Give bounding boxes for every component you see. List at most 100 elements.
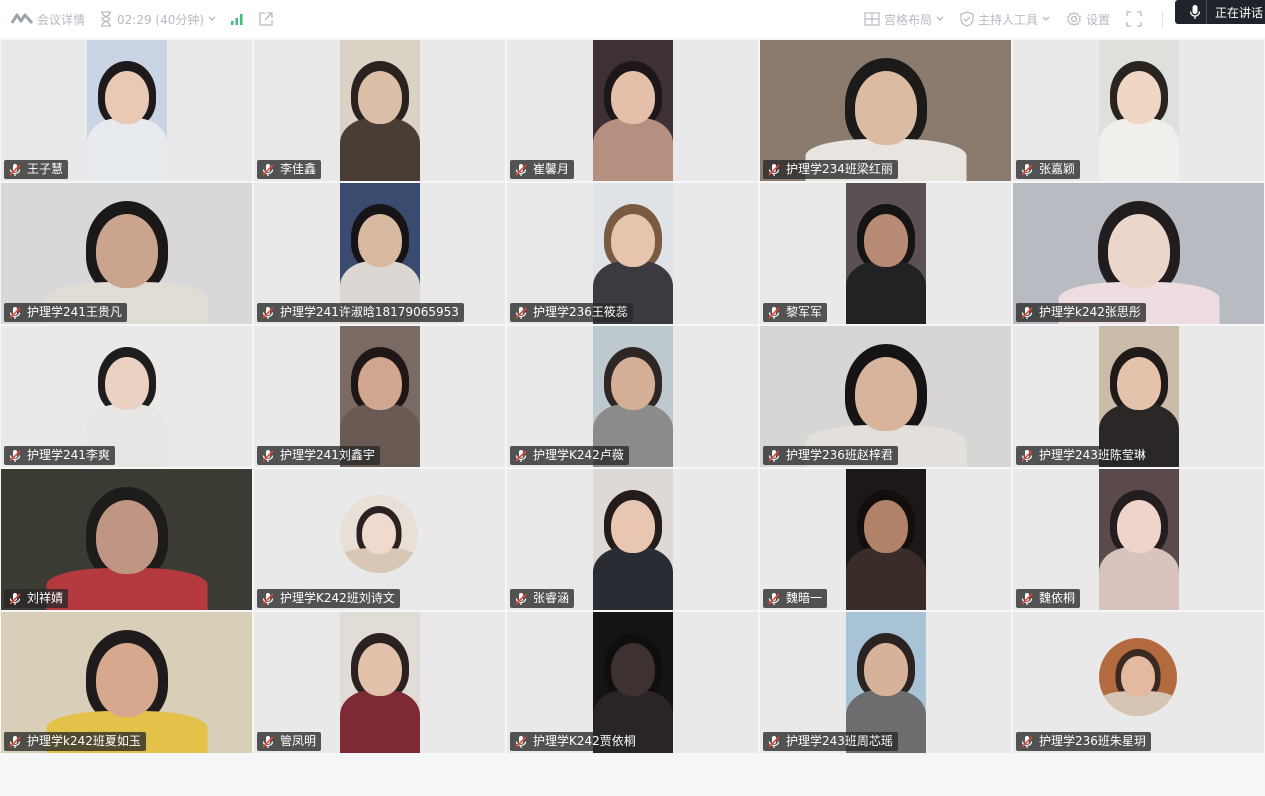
participant-face bbox=[362, 513, 396, 554]
participant-tile[interactable]: 护理学241王贵凡 bbox=[1, 183, 252, 324]
participant-tile[interactable]: 护理学K242卢薇 bbox=[507, 326, 758, 467]
share-link-button[interactable] bbox=[258, 11, 274, 27]
participant-tile[interactable]: 护理学241许淑晗18179065953 bbox=[254, 183, 505, 324]
participant-tile[interactable]: 刘祥婧 bbox=[1, 469, 252, 610]
participant-name: 护理学241王贵凡 bbox=[27, 305, 122, 319]
participant-name: 护理学241刘鑫宇 bbox=[280, 448, 375, 462]
participant-name: 崔馨月 bbox=[533, 162, 570, 176]
network-signal-button[interactable] bbox=[230, 12, 244, 26]
microphone-muted-icon bbox=[1020, 449, 1034, 463]
participant-face bbox=[105, 71, 149, 124]
participant-name: 护理学241李爽 bbox=[27, 448, 110, 462]
participant-tile[interactable]: 张睿涵 bbox=[507, 469, 758, 610]
participant-tile[interactable]: 李佳鑫 bbox=[254, 40, 505, 181]
participant-body bbox=[340, 690, 420, 753]
participant-tile[interactable]: 黎军军 bbox=[760, 183, 1011, 324]
host-tools-dropdown[interactable]: 主持人工具 bbox=[960, 11, 1050, 28]
participant-name-tag: 张嘉颖 bbox=[1016, 160, 1081, 179]
participant-video bbox=[593, 469, 673, 610]
participant-avatar bbox=[340, 495, 418, 573]
microphone-muted-icon bbox=[261, 449, 275, 463]
speaking-indicator[interactable]: 正在讲话 bbox=[1175, 0, 1265, 24]
participant-name-tag: 护理学243班陈莹琳 bbox=[1016, 446, 1151, 465]
participant-face bbox=[864, 643, 908, 696]
microphone-muted-icon bbox=[514, 449, 528, 463]
participant-tile[interactable]: 护理学K242班刘诗文 bbox=[254, 469, 505, 610]
participant-name-tag: 护理学241李爽 bbox=[4, 446, 115, 465]
participant-face bbox=[611, 71, 655, 124]
participant-body bbox=[593, 118, 673, 181]
participant-name: 护理学234班梁红丽 bbox=[786, 162, 893, 176]
participant-tile[interactable]: 护理学241刘鑫宇 bbox=[254, 326, 505, 467]
participant-face bbox=[95, 643, 158, 717]
microphone-muted-icon bbox=[767, 306, 781, 320]
microphone-muted-icon bbox=[1020, 735, 1034, 749]
microphone-muted-icon bbox=[767, 592, 781, 606]
participant-body bbox=[846, 547, 926, 610]
grid-layout-icon bbox=[864, 12, 880, 26]
participant-tile[interactable]: 护理学k242班夏如玉 bbox=[1, 612, 252, 753]
participant-name: 护理学243班周芯瑶 bbox=[786, 734, 893, 748]
host-tools-label: 主持人工具 bbox=[977, 12, 1038, 27]
participant-tile[interactable]: 崔馨月 bbox=[507, 40, 758, 181]
participant-face bbox=[358, 214, 402, 267]
participant-face bbox=[358, 643, 402, 696]
settings-button[interactable]: 设置 bbox=[1066, 11, 1110, 28]
participant-tile[interactable]: 管凤明 bbox=[254, 612, 505, 753]
participant-tile[interactable]: 护理学236王筱蕊 bbox=[507, 183, 758, 324]
participant-video bbox=[846, 183, 926, 324]
microphone-muted-icon bbox=[8, 592, 22, 606]
participant-name-tag: 张睿涵 bbox=[510, 589, 575, 608]
gear-icon bbox=[1066, 11, 1082, 27]
participant-name-tag: 王子慧 bbox=[4, 160, 69, 179]
participant-body bbox=[1099, 118, 1179, 181]
participant-tile[interactable]: 护理学K242贾依桐 bbox=[507, 612, 758, 753]
participant-tile[interactable]: 魏依桐 bbox=[1013, 469, 1264, 610]
participant-name: 护理学236班赵梓君 bbox=[786, 448, 893, 462]
participant-tile[interactable]: 护理学236班赵梓君 bbox=[760, 326, 1011, 467]
participant-face bbox=[1117, 357, 1161, 410]
shield-icon bbox=[960, 11, 974, 27]
participant-face bbox=[864, 500, 908, 553]
participant-tile[interactable]: 魏暗一 bbox=[760, 469, 1011, 610]
participant-name-tag: 护理学243班周芯瑶 bbox=[763, 732, 898, 751]
empty-bottom-area bbox=[0, 753, 1265, 796]
participant-video bbox=[593, 40, 673, 181]
participant-body bbox=[593, 547, 673, 610]
participant-tile[interactable]: 护理学k242张思彤 bbox=[1013, 183, 1264, 324]
fullscreen-button[interactable] bbox=[1126, 11, 1142, 27]
participant-name: 管凤明 bbox=[280, 734, 317, 748]
timer-dropdown[interactable]: 02:29 (40分钟) bbox=[99, 11, 216, 28]
microphone-muted-icon bbox=[8, 735, 22, 749]
chevron-down-icon bbox=[208, 16, 216, 22]
participant-body bbox=[846, 261, 926, 324]
participant-video bbox=[846, 469, 926, 610]
participant-face bbox=[611, 214, 655, 267]
participant-face bbox=[864, 214, 908, 267]
participant-name-tag: 护理学k242张思彤 bbox=[1016, 303, 1146, 322]
participant-face bbox=[854, 71, 917, 145]
microphone-muted-icon bbox=[1020, 592, 1034, 606]
participant-tile[interactable]: 王子慧 bbox=[1, 40, 252, 181]
participant-face bbox=[358, 357, 402, 410]
grid-layout-dropdown[interactable]: 宫格布局 bbox=[864, 11, 944, 28]
participant-tile[interactable]: 护理学243班陈莹琳 bbox=[1013, 326, 1264, 467]
participant-face bbox=[358, 71, 402, 124]
participant-face bbox=[1117, 500, 1161, 553]
participant-tile[interactable]: 护理学234班梁红丽 bbox=[760, 40, 1011, 181]
logo-icon bbox=[11, 13, 33, 25]
participant-tile[interactable]: 护理学243班周芯瑶 bbox=[760, 612, 1011, 753]
participant-video bbox=[1099, 40, 1179, 181]
participant-face bbox=[95, 500, 158, 574]
participant-tile[interactable]: 护理学236班朱星玥 bbox=[1013, 612, 1264, 753]
participant-body bbox=[87, 118, 167, 181]
participant-name: 护理学K242贾依桐 bbox=[533, 734, 636, 748]
participant-name-tag: 护理学241刘鑫宇 bbox=[257, 446, 380, 465]
participant-tile[interactable]: 护理学241李爽 bbox=[1, 326, 252, 467]
participant-avatar bbox=[1099, 638, 1177, 716]
microphone-muted-icon bbox=[767, 449, 781, 463]
participant-name-tag: 护理学241许淑晗18179065953 bbox=[257, 303, 464, 322]
participant-tile[interactable]: 张嘉颖 bbox=[1013, 40, 1264, 181]
participant-name-tag: 崔馨月 bbox=[510, 160, 575, 179]
meeting-details-button[interactable]: 会议详情 bbox=[11, 11, 85, 28]
